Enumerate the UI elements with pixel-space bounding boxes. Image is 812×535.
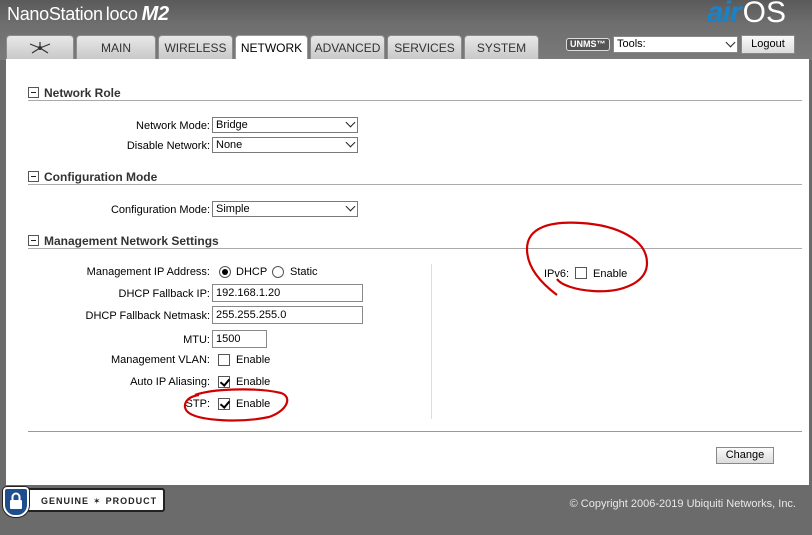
change-button[interactable]: Change	[716, 447, 774, 464]
stp-option-label: Enable	[236, 398, 271, 410]
genuine-product-badge: GENUINE ✶ PRODUCT	[5, 488, 165, 512]
tab-main[interactable]: MAIN	[76, 35, 156, 59]
lock-icon	[10, 492, 22, 509]
collapse-icon[interactable]	[28, 171, 39, 182]
tab-ubnt[interactable]	[6, 35, 74, 59]
product-model: NanoStation	[7, 4, 103, 24]
section-title: Configuration Mode	[44, 169, 158, 184]
brand-os: OS	[742, 0, 786, 29]
mgmt-vlan-checkbox[interactable]	[218, 354, 230, 366]
chevron-down-icon	[345, 137, 356, 148]
lock-shield-icon	[3, 487, 29, 517]
badge-left-text: GENUINE	[41, 496, 90, 506]
logout-button[interactable]: Logout	[741, 35, 795, 54]
section-management-network[interactable]: Management Network Settings	[28, 233, 802, 249]
stp-label: STP:	[185, 398, 210, 410]
mtu-input[interactable]: 1500	[212, 330, 267, 348]
chevron-down-icon	[345, 117, 356, 128]
dhcp-fallback-ip-input[interactable]: 192.168.1.20	[212, 284, 363, 302]
configuration-mode-value: Simple	[216, 203, 250, 215]
configuration-mode-select[interactable]: Simple	[212, 201, 358, 217]
ubiquiti-logo-icon	[29, 41, 51, 54]
disable-network-value: None	[216, 139, 243, 151]
brand-air: air	[706, 0, 742, 29]
section-title: Management Network Settings	[44, 233, 219, 248]
unms-badge-label: UNMS	[570, 39, 597, 49]
section-network-role[interactable]: Network Role	[28, 85, 802, 101]
product-gen: M2	[141, 3, 169, 25]
collapse-icon[interactable]	[28, 235, 39, 246]
main-tabs: MAIN WIRELESS NETWORK ADVANCED SERVICES …	[6, 35, 541, 60]
auto-ip-aliasing-option-label: Enable	[236, 376, 271, 388]
network-mode-value: Bridge	[216, 119, 248, 131]
mtu-label: MTU:	[183, 334, 210, 346]
mgmt-vlan-label: Management VLAN:	[110, 354, 210, 366]
disable-network-select[interactable]: None	[212, 137, 358, 153]
genuine-product-text: GENUINE ✶ PRODUCT	[41, 496, 157, 507]
header-bar: NanoStation loco M2 airOS MAIN WIRELESS …	[0, 0, 812, 60]
network-mode-select[interactable]: Bridge	[212, 117, 358, 133]
chevron-down-icon	[345, 201, 356, 212]
tab-wireless[interactable]: WIRELESS	[158, 35, 233, 59]
badge-right-text: PRODUCT	[105, 496, 158, 506]
tab-network[interactable]: NETWORK	[235, 35, 308, 60]
airos-page: NanoStation loco M2 airOS MAIN WIRELESS …	[0, 0, 812, 535]
section-title: Network Role	[44, 85, 121, 100]
airos-logo: airOS	[707, 0, 786, 30]
dhcp-fallback-netmask-input[interactable]: 255.255.255.0	[212, 306, 363, 324]
tools-select[interactable]: Tools:	[613, 36, 738, 53]
ipv6-annotation-ellipse	[525, 221, 649, 296]
ipv6-checkbox[interactable]	[575, 267, 587, 279]
auto-ip-aliasing-checkbox[interactable]	[218, 376, 230, 388]
configuration-mode-label: Configuration Mode:	[110, 204, 210, 216]
mgmt-ip-label: Management IP Address:	[86, 266, 210, 278]
tab-services[interactable]: SERVICES	[387, 35, 462, 59]
auto-ip-aliasing-label: Auto IP Aliasing:	[130, 376, 210, 388]
disable-network-label: Disable Network:	[126, 140, 210, 152]
dhcp-option-label: DHCP	[236, 266, 268, 278]
network-mode-label: Network Mode:	[136, 120, 210, 132]
dhcp-radio[interactable]	[219, 266, 231, 278]
dhcp-fallback-ip-label: DHCP Fallback IP:	[118, 288, 211, 300]
form-divider	[28, 431, 802, 432]
ubiquiti-logo-icon: ✶	[93, 496, 102, 506]
product-sub: loco	[105, 4, 138, 24]
tab-system[interactable]: SYSTEM	[464, 35, 539, 59]
tab-advanced[interactable]: ADVANCED	[310, 35, 385, 59]
product-logo: NanoStation loco M2	[7, 3, 169, 25]
stp-checkbox[interactable]	[218, 398, 230, 410]
static-radio[interactable]	[272, 266, 284, 278]
static-option-label: Static	[290, 266, 318, 278]
column-divider	[431, 264, 432, 419]
chevron-down-icon	[725, 37, 736, 48]
mgmt-vlan-option-label: Enable	[236, 354, 271, 366]
dhcp-fallback-netmask-label: DHCP Fallback Netmask:	[85, 310, 211, 322]
content-panel: Network Role Network Mode: Bridge Disabl…	[6, 59, 809, 485]
copyright-text: © Copyright 2006-2019 Ubiquiti Networks,…	[569, 498, 796, 510]
section-configuration-mode[interactable]: Configuration Mode	[28, 169, 802, 185]
tools-select-value: Tools:	[617, 38, 646, 50]
ipv6-label: IPv6:	[544, 268, 570, 280]
ipv6-option-label: Enable	[593, 268, 628, 280]
collapse-icon[interactable]	[28, 87, 39, 98]
footer-bar: GENUINE ✶ PRODUCT © Copyright 2006-2019 Ub…	[0, 485, 812, 535]
unms-badge[interactable]: UNMS™	[566, 38, 610, 51]
